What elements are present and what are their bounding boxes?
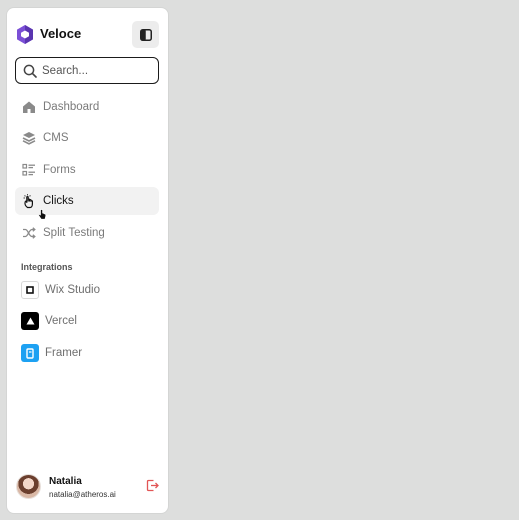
search-icon bbox=[23, 64, 37, 78]
integrations-heading: Integrations bbox=[21, 262, 73, 272]
sidebar-toggle-button[interactable] bbox=[132, 21, 159, 48]
app-name: Veloce bbox=[40, 26, 82, 41]
sidebar: Veloce Dashboard CMS bbox=[7, 8, 168, 513]
form-list-icon bbox=[21, 162, 37, 178]
integration-framer[interactable]: Framer bbox=[15, 340, 159, 366]
framer-logo-icon bbox=[21, 344, 39, 362]
nav-item-dashboard[interactable]: Dashboard bbox=[15, 93, 159, 121]
home-icon bbox=[21, 99, 37, 115]
vercel-logo-icon bbox=[21, 312, 39, 330]
nav-item-label: Split Testing bbox=[43, 227, 105, 239]
nav-item-clicks[interactable]: Clicks bbox=[15, 187, 159, 215]
user-email: natalia@atheros.ai bbox=[49, 490, 116, 499]
search-box[interactable] bbox=[15, 57, 159, 84]
logout-icon[interactable] bbox=[146, 479, 159, 492]
veloce-logo-icon bbox=[17, 25, 33, 44]
tap-hand-icon bbox=[21, 193, 37, 209]
layers-icon bbox=[21, 130, 37, 146]
nav-item-split-testing[interactable]: Split Testing bbox=[15, 219, 159, 247]
integration-label: Framer bbox=[45, 347, 83, 359]
integration-label: Vercel bbox=[45, 315, 77, 327]
wix-studio-logo-icon bbox=[21, 281, 39, 299]
integration-vercel[interactable]: Vercel bbox=[15, 308, 159, 334]
nav-item-label: CMS bbox=[43, 132, 69, 144]
nav-item-cms[interactable]: CMS bbox=[15, 124, 159, 152]
nav-item-label: Dashboard bbox=[43, 101, 100, 113]
integration-wix-studio[interactable]: Wix Studio bbox=[15, 277, 159, 303]
avatar[interactable] bbox=[16, 474, 41, 499]
mouse-cursor-icon bbox=[38, 209, 47, 220]
search-input[interactable] bbox=[42, 62, 154, 79]
user-profile: Natalia natalia@atheros.ai bbox=[7, 470, 168, 504]
nav-item-label: Forms bbox=[43, 164, 76, 176]
sidebar-header: Veloce bbox=[7, 8, 168, 60]
sidebar-toggle-icon bbox=[139, 28, 152, 41]
nav-item-forms[interactable]: Forms bbox=[15, 156, 159, 184]
shuffle-icon bbox=[21, 225, 37, 241]
user-name: Natalia bbox=[49, 476, 82, 487]
integration-label: Wix Studio bbox=[45, 284, 100, 296]
nav-item-label: Clicks bbox=[43, 195, 74, 207]
